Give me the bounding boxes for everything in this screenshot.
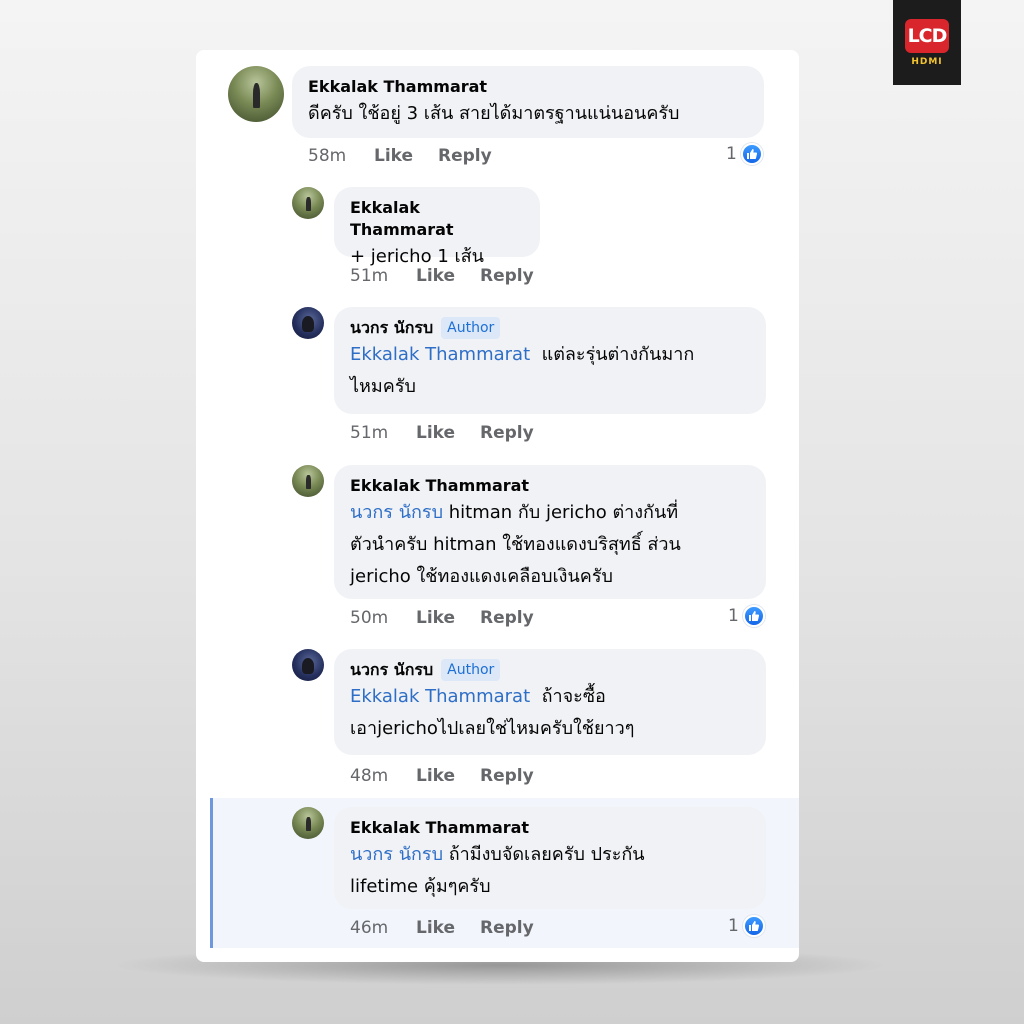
comment-actions: 48m Like Reply bbox=[350, 766, 534, 786]
reaction-count[interactable]: 1 bbox=[728, 915, 765, 937]
comment-bubble: Ekkalak Thammarat ดีครับ ใช้อยู่ 3 เส้น … bbox=[292, 66, 764, 138]
like-button[interactable]: Like bbox=[416, 918, 480, 938]
reaction-number: 1 bbox=[728, 916, 739, 936]
mention-link[interactable]: นวกร นักรบ bbox=[350, 844, 443, 865]
comment-timestamp[interactable]: 46m bbox=[350, 918, 416, 938]
brand-logo: LCD HDMI bbox=[893, 0, 961, 85]
comment-text: นวกร นักรบ hitman กับ jericho ต่างกันที่… bbox=[350, 502, 681, 587]
reply-button[interactable]: Reply bbox=[480, 608, 534, 628]
commenter-name[interactable]: Ekkalak Thammarat bbox=[350, 475, 750, 497]
avatar[interactable] bbox=[292, 649, 324, 681]
like-button[interactable]: Like bbox=[416, 608, 480, 628]
comment-text: นวกร นักรบ ถ้ามีงบจัดเลยครับ ประกัน life… bbox=[350, 844, 645, 897]
comment-actions: 50m Like Reply bbox=[350, 608, 534, 628]
comment-text: Ekkalak Thammarat ถ้าจะซื้อ เอาjerichoไป… bbox=[350, 686, 635, 739]
avatar[interactable] bbox=[228, 66, 284, 122]
reply-button[interactable]: Reply bbox=[480, 918, 534, 938]
reply-button[interactable]: Reply bbox=[480, 423, 534, 443]
reply-button[interactable]: Reply bbox=[480, 766, 534, 786]
comment-timestamp[interactable]: 51m bbox=[350, 266, 416, 286]
author-badge: Author bbox=[441, 317, 501, 339]
comment-timestamp[interactable]: 58m bbox=[308, 146, 374, 166]
comment-thread-card: Ekkalak Thammarat ดีครับ ใช้อยู่ 3 เส้น … bbox=[196, 50, 799, 962]
avatar[interactable] bbox=[292, 187, 324, 219]
comment-bubble: นวกร นักรบ Author Ekkalak Thammarat ถ้าจ… bbox=[334, 649, 766, 755]
comment-actions: 46m Like Reply bbox=[350, 918, 534, 938]
comment-bubble: Ekkalak Thammarat นวกร นักรบ hitman กับ … bbox=[334, 465, 766, 599]
commenter-name[interactable]: Ekkalak Thammarat bbox=[350, 197, 524, 241]
thumbs-up-icon bbox=[742, 605, 765, 627]
mention-link[interactable]: นวกร นักรบ bbox=[350, 502, 443, 523]
mention-link[interactable]: Ekkalak Thammarat bbox=[350, 344, 530, 365]
comment-text: Ekkalak Thammarat แต่ละรุ่นต่างกันมาก ไห… bbox=[350, 344, 695, 397]
comment-text: ดีครับ ใช้อยู่ 3 เส้น สายได้มาตรฐานแน่นอ… bbox=[308, 103, 680, 124]
reply-button[interactable]: Reply bbox=[438, 146, 492, 166]
logo-subtitle: HDMI bbox=[911, 56, 943, 67]
like-button[interactable]: Like bbox=[374, 146, 438, 166]
avatar[interactable] bbox=[292, 807, 324, 839]
like-button[interactable]: Like bbox=[416, 766, 480, 786]
comment-actions: 58m Like Reply bbox=[308, 146, 492, 166]
comment-bubble: Ekkalak Thammarat + jericho 1 เส้น bbox=[334, 187, 540, 267]
thumbs-up-icon bbox=[740, 143, 763, 165]
comment-bubble: นวกร นักรบ Author Ekkalak Thammarat แต่ล… bbox=[334, 307, 766, 414]
comment-timestamp[interactable]: 51m bbox=[350, 423, 416, 443]
reaction-number: 1 bbox=[726, 144, 737, 164]
avatar[interactable] bbox=[292, 307, 324, 339]
comment-actions: 51m Like Reply bbox=[350, 423, 534, 443]
author-badge: Author bbox=[441, 659, 501, 681]
commenter-name[interactable]: นวกร นักรบ Author bbox=[350, 317, 750, 339]
comment-actions: 51m Like Reply bbox=[350, 266, 534, 286]
commenter-name[interactable]: Ekkalak Thammarat bbox=[308, 76, 748, 98]
reaction-number: 1 bbox=[728, 606, 739, 626]
commenter-name[interactable]: นวกร นักรบ Author bbox=[350, 659, 750, 681]
reply-button[interactable]: Reply bbox=[480, 266, 534, 286]
comment-timestamp[interactable]: 50m bbox=[350, 608, 416, 628]
reaction-count[interactable]: 1 bbox=[728, 605, 765, 627]
mention-link[interactable]: Ekkalak Thammarat bbox=[350, 686, 530, 707]
logo-mark: LCD bbox=[905, 18, 949, 53]
commenter-name[interactable]: Ekkalak Thammarat bbox=[350, 817, 750, 839]
thumbs-up-icon bbox=[742, 915, 765, 937]
avatar[interactable] bbox=[292, 465, 324, 497]
reaction-count[interactable]: 1 bbox=[726, 143, 763, 165]
comment-timestamp[interactable]: 48m bbox=[350, 766, 416, 786]
comment-bubble: Ekkalak Thammarat นวกร นักรบ ถ้ามีงบจัดเ… bbox=[334, 807, 766, 909]
like-button[interactable]: Like bbox=[416, 266, 480, 286]
like-button[interactable]: Like bbox=[416, 423, 480, 443]
